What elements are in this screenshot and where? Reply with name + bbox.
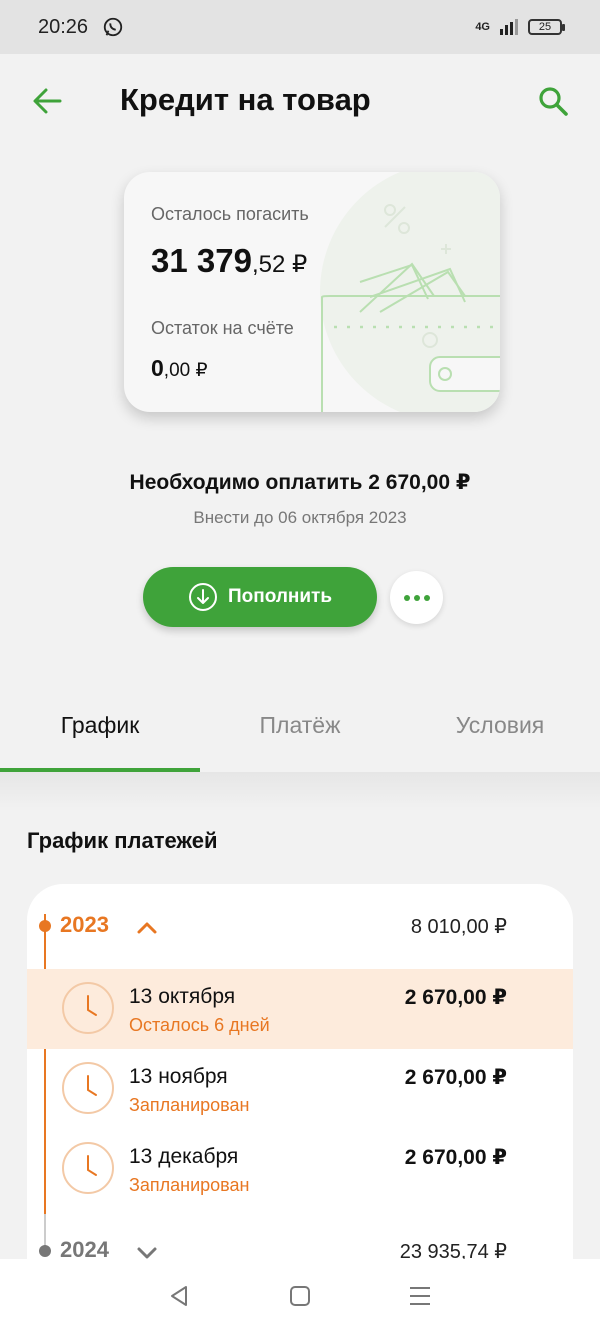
- schedule-section: График платежей 2023 8 010,00 ₽ 13 октяб…: [0, 772, 600, 1332]
- back-arrow-icon[interactable]: [30, 84, 64, 118]
- battery-indicator: 25: [528, 19, 565, 35]
- app-header: Кредит на товар: [0, 54, 600, 154]
- payment-status: Осталось 6 дней: [129, 1015, 270, 1035]
- status-bar: 20:26 4G 25: [0, 0, 600, 54]
- topup-button[interactable]: Пополнить: [143, 567, 377, 627]
- payment-row[interactable]: 13 ноября Запланирован 2 670,00 ₽: [27, 1049, 573, 1129]
- more-dot-icon: [403, 594, 410, 601]
- year-label: 2023: [60, 912, 109, 937]
- payment-amount: 2 670,00 ₽: [404, 986, 507, 1009]
- download-circle-icon: [188, 583, 217, 611]
- payment-amount: 2 670,00 ₽: [404, 1146, 507, 1169]
- tab-bar: График Платёж Условия: [0, 690, 600, 772]
- tab-conditions[interactable]: Условия: [400, 690, 600, 772]
- timeline-dot: [39, 1245, 51, 1257]
- tab-payment[interactable]: Платёж: [200, 690, 400, 772]
- whatsapp-icon: [103, 17, 123, 37]
- year-total: 8 010,00 ₽: [410, 916, 507, 938]
- search-icon[interactable]: [536, 84, 570, 118]
- payment-due-title: Необходимо оплатить 2 670,00 ₽: [129, 471, 471, 494]
- signal-icon: [500, 19, 518, 35]
- tab-schedule[interactable]: График: [0, 690, 200, 772]
- schedule-title: График платежей: [27, 828, 218, 853]
- clock-icon: [62, 1062, 114, 1114]
- clock-icon: [62, 982, 114, 1034]
- topup-label: Пополнить: [227, 586, 333, 607]
- payment-date: 13 октября: [129, 985, 236, 1008]
- account-balance-label: Остаток на счёте: [151, 318, 294, 338]
- timeline-dot: [39, 920, 51, 932]
- more-options-button[interactable]: [390, 571, 443, 624]
- payment-due-date: Внести до 06 октября 2023: [193, 508, 407, 527]
- payment-row[interactable]: 13 октября Осталось 6 дней 2 670,00 ₽: [27, 969, 573, 1049]
- schedule-card: 2023 8 010,00 ₽ 13 октября Осталось 6 дн…: [27, 884, 573, 1304]
- remaining-amount: 31 379,52 ₽: [151, 242, 308, 279]
- payment-status: Запланирован: [129, 1095, 250, 1115]
- balance-card: Осталось погасить 31 379,52 ₽ Остаток на…: [124, 172, 500, 412]
- account-balance-amount: 0,00 ₽: [151, 355, 208, 381]
- chevron-up-icon[interactable]: [135, 916, 159, 940]
- nav-home-icon[interactable]: [287, 1283, 313, 1309]
- payment-row[interactable]: 13 декабря Запланирован 2 670,00 ₽: [27, 1129, 573, 1209]
- nav-back-icon[interactable]: [167, 1283, 193, 1309]
- nav-menu-icon[interactable]: [407, 1283, 433, 1309]
- page-title: Кредит на товар: [120, 82, 371, 117]
- payment-date: 13 декабря: [129, 1145, 239, 1168]
- payment-date: 13 ноября: [129, 1065, 228, 1088]
- clock-icon: [62, 1142, 114, 1194]
- year-row-2023[interactable]: 2023 8 010,00 ₽: [27, 898, 573, 958]
- system-nav-bar: [0, 1259, 600, 1332]
- status-time: 20:26: [38, 15, 89, 38]
- wallet-icon: [321, 204, 500, 412]
- remaining-label: Осталось погасить: [151, 204, 309, 224]
- payment-amount: 2 670,00 ₽: [404, 1066, 507, 1089]
- payment-status: Запланирован: [129, 1175, 250, 1195]
- network-indicator: 4G: [475, 20, 490, 33]
